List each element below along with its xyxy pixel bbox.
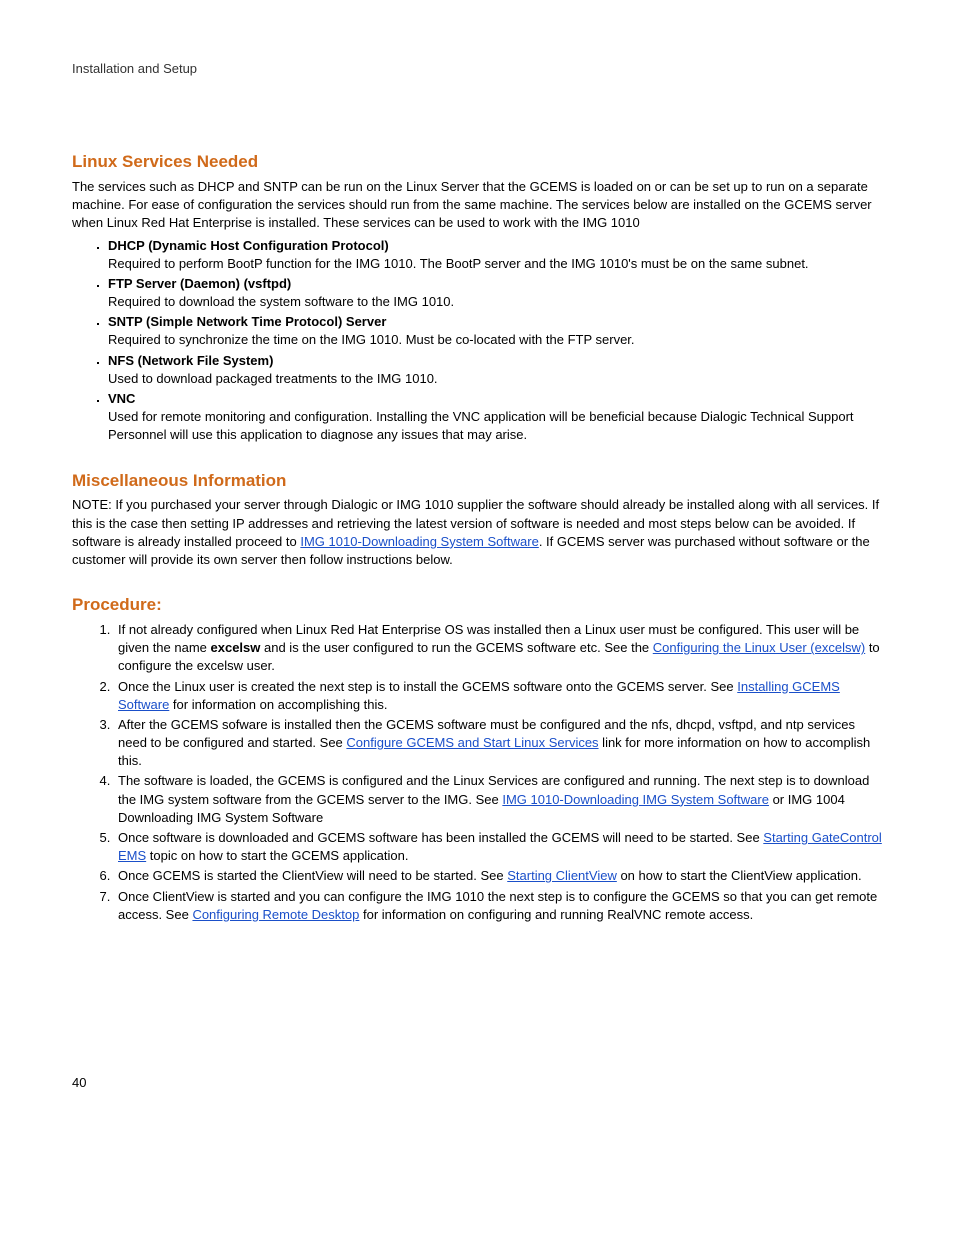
section-procedure: Procedure: If not already configured whe… — [72, 593, 882, 924]
page-header: Installation and Setup — [72, 60, 882, 78]
heading-linux-services: Linux Services Needed — [72, 150, 882, 174]
procedure-step: If not already configured when Linux Red… — [114, 621, 882, 676]
step-text: and is the user configured to run the GC… — [260, 640, 652, 655]
procedure-step: Once GCEMS is started the ClientView wil… — [114, 867, 882, 885]
step-text: topic on how to start the GCEMS applicat… — [146, 848, 408, 863]
procedure-step: The software is loaded, the GCEMS is con… — [114, 772, 882, 827]
link-configure-linux-user[interactable]: Configuring the Linux User (excelsw) — [653, 640, 865, 655]
item-title: SNTP (Simple Network Time Protocol) Serv… — [108, 314, 386, 329]
step-text: Once GCEMS is started the ClientView wil… — [118, 868, 507, 883]
item-title: DHCP (Dynamic Host Configuration Protoco… — [108, 238, 389, 253]
item-desc: Used to download packaged treatments to … — [108, 371, 438, 386]
link-start-clientview[interactable]: Starting ClientView — [507, 868, 617, 883]
item-desc: Used for remote monitoring and configura… — [108, 409, 854, 442]
section-misc: Miscellaneous Information NOTE: If you p… — [72, 469, 882, 570]
link-configure-remote-desktop[interactable]: Configuring Remote Desktop — [192, 907, 359, 922]
procedure-step: After the GCEMS sofware is installed the… — [114, 716, 882, 771]
linux-services-list: DHCP (Dynamic Host Configuration Protoco… — [72, 237, 882, 445]
linux-intro: The services such as DHCP and SNTP can b… — [72, 178, 882, 233]
item-title: NFS (Network File System) — [108, 353, 273, 368]
step-bold: excelsw — [211, 640, 261, 655]
step-text: for information on accomplishing this. — [169, 697, 387, 712]
misc-paragraph: NOTE: If you purchased your server throu… — [72, 496, 882, 569]
item-desc: Required to download the system software… — [108, 294, 454, 309]
procedure-step: Once software is downloaded and GCEMS so… — [114, 829, 882, 865]
page-number: 40 — [72, 1074, 882, 1092]
list-item: DHCP (Dynamic Host Configuration Protoco… — [108, 237, 882, 273]
item-desc: Required to synchronize the time on the … — [108, 332, 635, 347]
list-item: NFS (Network File System) Used to downloa… — [108, 352, 882, 388]
procedure-step: Once the Linux user is created the next … — [114, 678, 882, 714]
link-download-img-software[interactable]: IMG 1010-Downloading IMG System Software — [502, 792, 769, 807]
list-item: FTP Server (Daemon) (vsftpd) Required to … — [108, 275, 882, 311]
item-desc: Required to perform BootP function for t… — [108, 256, 809, 271]
link-configure-gcems-services[interactable]: Configure GCEMS and Start Linux Services — [346, 735, 598, 750]
list-item: VNC Used for remote monitoring and config… — [108, 390, 882, 445]
item-title: FTP Server (Daemon) (vsftpd) — [108, 276, 291, 291]
step-text: for information on configuring and runni… — [359, 907, 753, 922]
section-linux-services: Linux Services Needed The services such … — [72, 150, 882, 444]
link-img1010-download[interactable]: IMG 1010-Downloading System Software — [300, 534, 538, 549]
step-text: Once the Linux user is created the next … — [118, 679, 737, 694]
step-text: on how to start the ClientView applicati… — [617, 868, 862, 883]
heading-procedure: Procedure: — [72, 593, 882, 617]
heading-misc: Miscellaneous Information — [72, 469, 882, 493]
procedure-step: Once ClientView is started and you can c… — [114, 888, 882, 924]
procedure-list: If not already configured when Linux Red… — [72, 621, 882, 924]
item-title: VNC — [108, 391, 135, 406]
list-item: SNTP (Simple Network Time Protocol) Serv… — [108, 313, 882, 349]
step-text: Once software is downloaded and GCEMS so… — [118, 830, 763, 845]
